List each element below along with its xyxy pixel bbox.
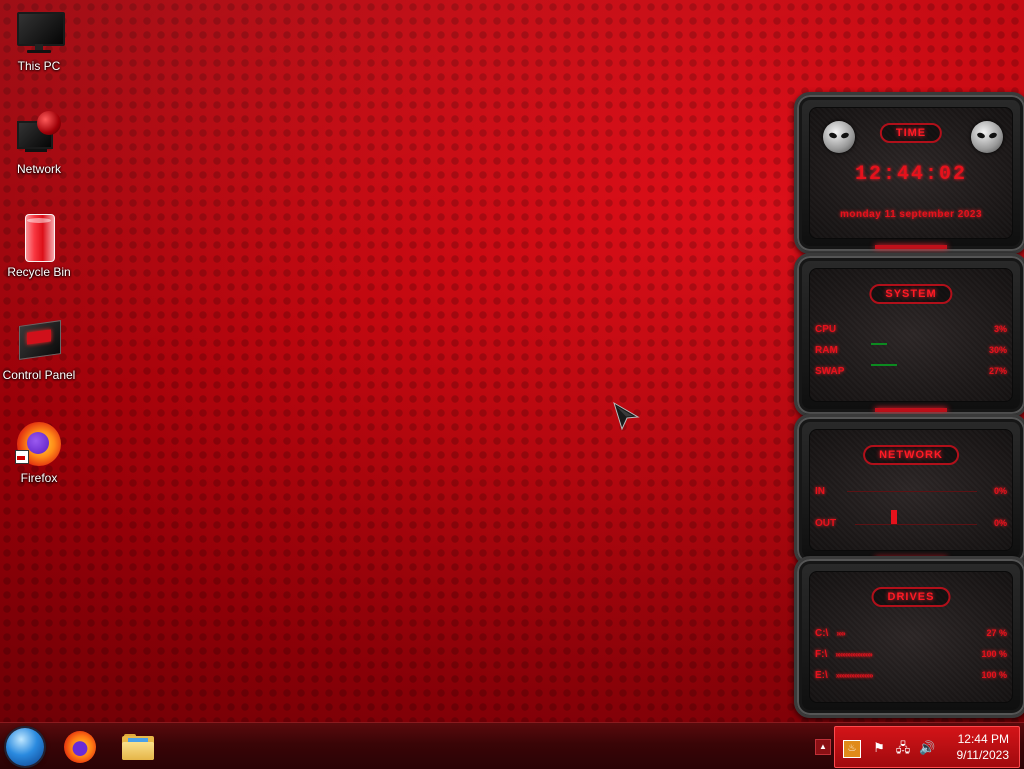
- recycle-bin-icon: [15, 214, 63, 262]
- monitor-icon: [15, 8, 65, 56]
- drive-label: F:\: [815, 648, 828, 660]
- drive-value: 100 %: [981, 670, 1007, 680]
- desktop-icon-this-pc[interactable]: This PC: [0, 8, 78, 73]
- network-in-graph: [847, 491, 977, 492]
- taskbar-firefox-button[interactable]: [55, 728, 105, 766]
- desktop: This PC Network Recycle Bin Control Pane…: [0, 0, 1024, 722]
- network-out-value: 0%: [993, 518, 1007, 528]
- network-in-row: IN 0%: [815, 484, 1007, 498]
- time-clock: 12:44:02: [854, 163, 967, 186]
- swap-graph-line: [871, 364, 897, 366]
- taskbar-file-explorer-button[interactable]: [113, 728, 163, 766]
- time-title: TIME: [879, 123, 943, 143]
- ram-graph-line: [871, 343, 887, 345]
- desktop-icon-recycle-bin[interactable]: Recycle Bin: [0, 214, 78, 279]
- ram-row: RAM 30%: [815, 343, 1007, 357]
- folder-icon: [122, 734, 154, 760]
- gadget-connector: [875, 245, 947, 249]
- network-status-icon[interactable]: 🖧: [895, 740, 911, 756]
- action-center-flag-icon[interactable]: ⚑: [871, 740, 887, 756]
- drive-label: C:\: [815, 627, 829, 639]
- drive-usage-bar: ››››››››››››››››››››››: [835, 670, 874, 680]
- desktop-icon-label: Firefox: [20, 471, 58, 485]
- network-out-label: OUT: [815, 517, 837, 529]
- desktop-icon-label: Recycle Bin: [7, 265, 71, 279]
- system-gadget[interactable]: SYSTEM CPU 3% RAM 30% SWAP 27%: [794, 253, 1024, 417]
- drive-row: F:\ ›››››››››››››››››››››› 100 %: [815, 647, 1007, 661]
- control-panel-icon: [15, 317, 63, 365]
- drive-value: 100 %: [981, 649, 1007, 659]
- network-in-label: IN: [815, 485, 825, 497]
- mouse-cursor-icon: [613, 401, 640, 431]
- desktop-icon-network[interactable]: Network: [0, 111, 78, 176]
- swap-value: 27%: [988, 366, 1007, 376]
- swap-row: SWAP 27%: [815, 364, 1007, 378]
- time-gadget[interactable]: TIME 12:44:02 monday 11 september 2023: [794, 92, 1024, 254]
- taskbar-clock[interactable]: 12:44 PM 9/11/2023: [957, 731, 1010, 763]
- ram-value: 30%: [988, 345, 1007, 355]
- drives-gadget[interactable]: DRIVES C:\ ››››› 27 % F:\ ››››››››››››››…: [794, 556, 1024, 718]
- desktop-icon-label: This PC: [17, 59, 61, 73]
- ram-label: RAM: [815, 344, 838, 356]
- drive-row: E:\ ›››››››››››››››››››››› 100 %: [815, 668, 1007, 682]
- start-button[interactable]: [6, 728, 44, 766]
- network-out-graph: [855, 524, 977, 525]
- gadget-connector: [875, 408, 947, 412]
- volume-icon[interactable]: 🔊: [919, 740, 935, 756]
- network-out-row: OUT 0%: [815, 510, 1007, 530]
- system-title: SYSTEM: [869, 284, 953, 304]
- network-gadget[interactable]: NETWORK IN 0% OUT 0%: [794, 414, 1024, 566]
- drive-label: E:\: [815, 669, 828, 681]
- system-tray: ♨ ⚑ 🖧 🔊 12:44 PM 9/11/2023: [834, 726, 1020, 768]
- desktop-icon-control-panel[interactable]: Control Panel: [0, 317, 78, 382]
- drive-value: 27 %: [986, 628, 1007, 638]
- desktop-icon-firefox[interactable]: Firefox: [0, 420, 78, 485]
- firefox-icon: [15, 420, 63, 468]
- show-hidden-icons-button[interactable]: ▲: [815, 739, 831, 755]
- clock-time: 12:44 PM: [957, 732, 1009, 746]
- time-date: monday 11 september 2023: [839, 209, 983, 220]
- network-in-value: 0%: [993, 486, 1007, 496]
- taskbar: ▲ ♨ ⚑ 🖧 🔊 12:44 PM 9/11/2023: [0, 722, 1024, 769]
- drive-usage-bar: ›››››: [836, 628, 845, 638]
- network-out-spike: [891, 510, 897, 524]
- network-icon: [15, 111, 63, 159]
- desktop-icon-label: Control Panel: [2, 368, 76, 382]
- clock-date: 9/11/2023: [956, 748, 1010, 762]
- drive-row: C:\ ››››› 27 %: [815, 626, 1007, 640]
- alien-icon: [823, 121, 855, 153]
- firefox-icon: [64, 731, 96, 763]
- swap-label: SWAP: [815, 365, 845, 377]
- desktop-icon-label: Network: [16, 162, 61, 176]
- cpu-row: CPU 3%: [815, 322, 1007, 336]
- java-update-icon[interactable]: ♨: [843, 740, 861, 758]
- cpu-label: CPU: [815, 323, 837, 335]
- alien-icon: [971, 121, 1003, 153]
- cpu-value: 3%: [993, 324, 1007, 334]
- drive-usage-bar: ››››››››››››››››››››››: [835, 649, 873, 659]
- drives-title: DRIVES: [871, 587, 951, 607]
- network-title: NETWORK: [863, 445, 959, 465]
